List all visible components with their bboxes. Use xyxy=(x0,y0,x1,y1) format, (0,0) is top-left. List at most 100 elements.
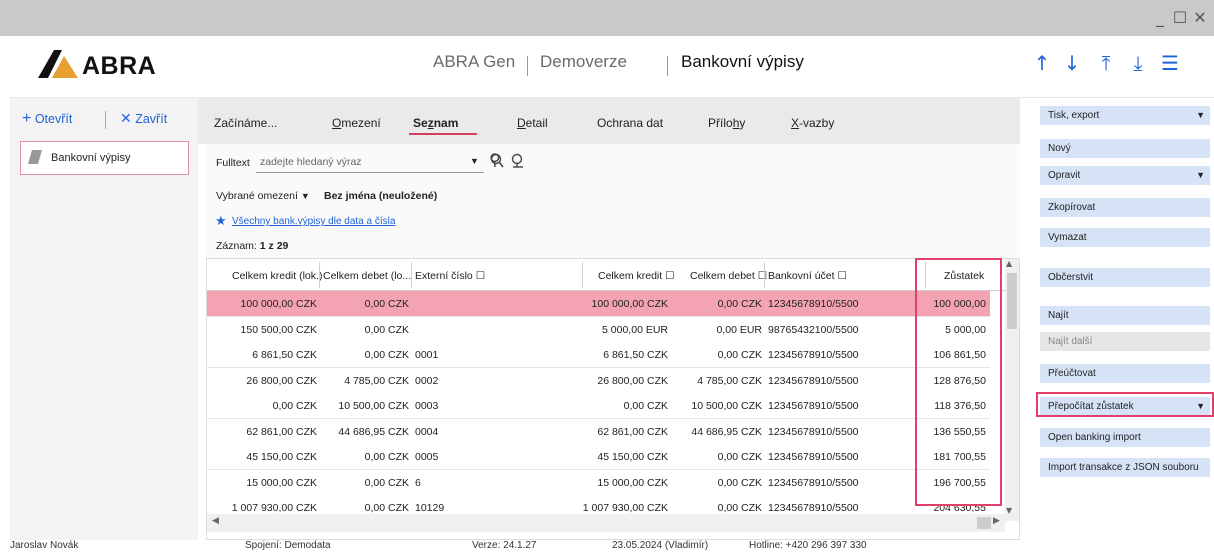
status-date: 23.05.2024 (Vladimír) xyxy=(612,540,709,551)
close-label: Zavřít xyxy=(135,112,168,126)
action-button-label: Přeúčtovat xyxy=(1048,368,1096,379)
fulltext-label: Fulltext xyxy=(216,157,250,169)
horizontal-scrollbar[interactable] xyxy=(207,514,1005,532)
cell-externi: 6 xyxy=(415,476,421,489)
restriction-dropdown[interactable]: Vybrané omezení ▼ xyxy=(216,190,310,202)
cell-kredit-lok: 6 861,50 CZK xyxy=(252,349,317,361)
column-header-externi-cislo[interactable]: Externí číslo ☐ xyxy=(415,270,485,282)
cell-kredit-lok: 100 000,00 CZK xyxy=(240,298,317,310)
action-button-7[interactable]: Najít další xyxy=(1040,332,1210,351)
column-header-kredit-lok[interactable]: Celkem kredit (lok.) xyxy=(232,270,322,282)
column-separator xyxy=(582,262,583,288)
cell-debet: 4 785,00 CZK xyxy=(697,374,762,387)
arrow-down-icon[interactable]: ↓ xyxy=(1060,50,1084,76)
arrow-up-icon[interactable]: ↑ xyxy=(1030,50,1054,76)
cell-ucet: 98765432100/5500 xyxy=(768,323,859,336)
cell-externi xyxy=(415,291,495,317)
action-button-1[interactable]: Nový xyxy=(1040,139,1210,158)
cell-kredit-lok: 15 000,00 CZK xyxy=(246,476,317,489)
restriction-name: Bez jména (neuložené) xyxy=(324,190,438,202)
arrow-top-icon[interactable]: ⤒ xyxy=(1094,50,1118,76)
action-button-8[interactable]: Přeúčtovat xyxy=(1040,364,1210,383)
cell-kredit: 15 000,00 CZK xyxy=(597,476,668,489)
scroll-up-icon[interactable]: ▲ xyxy=(1006,259,1012,268)
cell-externi: 0001 xyxy=(415,349,439,361)
action-button-label: Najít xyxy=(1048,310,1069,321)
action-button-11[interactable]: Import transakce z JSON souboru xyxy=(1040,458,1210,477)
action-button-0[interactable]: Tisk, export ▼ xyxy=(1040,106,1210,125)
abra-logo-icon xyxy=(38,50,78,78)
tab-zaciname[interactable]: Začínáme... xyxy=(214,116,277,130)
header-separator xyxy=(667,56,668,76)
action-button-10[interactable]: Open banking import xyxy=(1040,428,1210,447)
cell-debet-lok: 4 785,00 CZK xyxy=(344,374,409,387)
action-button-label: Zkopírovat xyxy=(1048,202,1096,213)
cell-externi: 0004 xyxy=(415,425,439,438)
maximize-button[interactable]: ☐ xyxy=(1170,8,1190,28)
window-title-bar xyxy=(0,0,1214,36)
open-button[interactable]: + Otevřít xyxy=(22,110,72,128)
divider xyxy=(105,111,106,129)
action-button-label: Najít další xyxy=(1048,336,1093,347)
favorite-filter-link[interactable]: Všechny bank.výpisy dle data a čísla xyxy=(232,216,395,227)
action-button-5[interactable]: Občerstvit xyxy=(1040,268,1210,287)
action-button-label: Nový xyxy=(1048,143,1071,154)
hamburger-menu-icon[interactable]: ☰ xyxy=(1158,50,1182,76)
scroll-down-icon[interactable]: ▼ xyxy=(1006,506,1012,515)
status-version: Verze: 24.1.27 xyxy=(472,540,537,551)
tab-omezeni[interactable]: Omezení xyxy=(332,116,381,130)
cell-externi: 0005 xyxy=(415,451,439,463)
cell-kredit: 0,00 CZK xyxy=(623,400,668,412)
cell-kredit: 6 861,50 CZK xyxy=(603,349,668,361)
header-separator xyxy=(527,56,528,76)
tab-seznam[interactable]: Seznam xyxy=(413,116,458,130)
tab-detail[interactable]: Detail xyxy=(517,116,548,130)
action-button-3[interactable]: Zkopírovat xyxy=(1040,198,1210,217)
fulltext-input[interactable] xyxy=(260,153,460,171)
vertical-scroll-thumb[interactable] xyxy=(1007,273,1017,329)
column-header-kredit[interactable]: Celkem kredit ☐ xyxy=(598,270,675,282)
column-header-bankovni-ucet[interactable]: Bankovní účet ☐ xyxy=(768,270,847,282)
column-header-debet-lok[interactable]: Celkem debet (lo... xyxy=(323,270,411,282)
horizontal-scroll-thumb[interactable] xyxy=(977,517,991,529)
zustatek-highlight-frame xyxy=(915,258,1002,506)
action-button-6[interactable]: Najít xyxy=(1040,306,1210,325)
chevron-down-icon: ▼ xyxy=(300,191,310,201)
action-button-2[interactable]: Opravit ▼ xyxy=(1040,166,1210,185)
cell-externi xyxy=(415,317,495,343)
cell-ucet: 12345678910/5500 xyxy=(768,374,859,387)
cell-debet: 0,00 CZK xyxy=(717,451,762,463)
chevron-down-icon[interactable]: ▼ xyxy=(1196,166,1205,185)
agenda-item-label: Bankovní výpisy xyxy=(51,152,131,164)
action-button-4[interactable]: Vymazat xyxy=(1040,228,1210,247)
tab-x-vazby[interactable]: X-vazby xyxy=(791,116,834,130)
cell-externi: 0002 xyxy=(415,374,439,387)
arrow-bottom-icon[interactable]: ⤓ xyxy=(1126,50,1150,76)
search-glass-icon[interactable] xyxy=(490,153,504,169)
cell-kredit: 45 150,00 CZK xyxy=(597,451,668,463)
page-title: Bankovní výpisy xyxy=(681,52,804,71)
cell-ucet: 12345678910/5500 xyxy=(768,451,859,463)
cell-debet: 0,00 CZK xyxy=(717,298,762,310)
fulltext-dropdown-arrow-icon[interactable]: ▼ xyxy=(470,156,479,166)
chevron-down-icon[interactable]: ▼ xyxy=(1196,106,1205,125)
scroll-left-icon[interactable]: ◀ xyxy=(212,516,219,526)
cell-debet-lok: 0,00 CZK xyxy=(364,451,409,463)
tab-ochrana-dat[interactable]: Ochrana dat xyxy=(597,116,663,130)
cell-debet-lok: 10 500,00 CZK xyxy=(338,400,409,412)
action-button-label: Občerstvit xyxy=(1048,272,1094,283)
action-button-label: Opravit xyxy=(1048,170,1081,181)
cell-kredit: 26 800,00 CZK xyxy=(597,374,668,387)
cell-kredit-lok: 45 150,00 CZK xyxy=(246,451,317,463)
minimize-button[interactable]: _ xyxy=(1150,8,1170,28)
close-window-button[interactable]: ✕ xyxy=(1190,8,1210,28)
scroll-right-icon[interactable]: ▶ xyxy=(993,516,1000,526)
advanced-search-icon[interactable] xyxy=(510,153,526,171)
active-tab-indicator xyxy=(409,133,477,135)
cell-debet: 0,00 CZK xyxy=(717,476,762,489)
close-agenda-button[interactable]: ✕ Zavřít xyxy=(120,110,167,127)
column-header-debet[interactable]: Celkem debet ☐ xyxy=(690,270,767,282)
cell-debet-lok: 0,00 CZK xyxy=(364,323,409,336)
tab-prilohy[interactable]: Přílohy xyxy=(708,116,745,130)
cell-debet: 0,00 EUR xyxy=(716,323,762,336)
